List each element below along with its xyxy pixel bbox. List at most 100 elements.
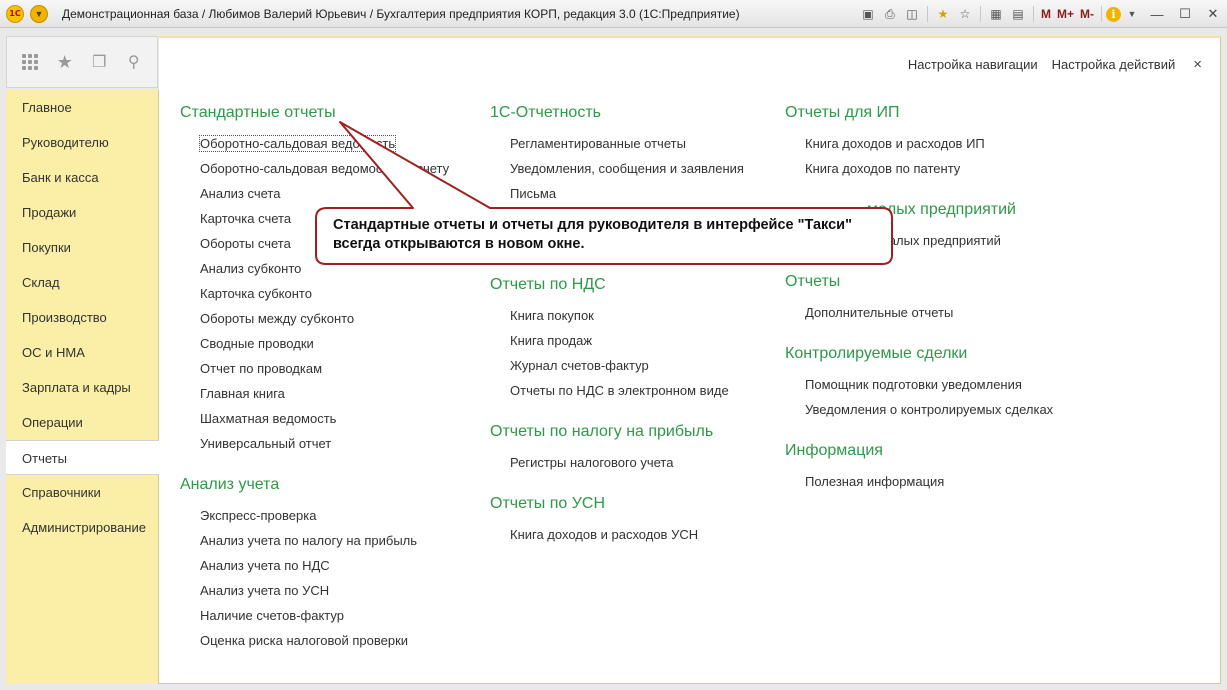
group-usn-reports: Отчеты по УСН Книга доходов и расходов У… bbox=[490, 495, 744, 547]
print-icon[interactable]: ⎙ bbox=[880, 4, 900, 24]
sidebar-item-reports[interactable]: Отчеты bbox=[6, 440, 159, 475]
reports-column-2: 1С-Отчетность Регламентированные отчеты … bbox=[490, 104, 744, 567]
reports-column-3: Отчеты для ИП Книга доходов и расходов И… bbox=[785, 104, 1053, 514]
group-information: Информация Полезная информация bbox=[785, 442, 1053, 494]
minimize-button[interactable]: — bbox=[1143, 3, 1171, 25]
sidebar-item-purchases[interactable]: Покупки bbox=[6, 230, 158, 265]
sidebar-item-assets[interactable]: ОС и НМА bbox=[6, 335, 158, 370]
report-link[interactable]: Уведомления о контролируемых сделках bbox=[785, 397, 1053, 422]
search-icon[interactable]: ⚲ bbox=[121, 49, 147, 75]
save-icon[interactable]: ▣ bbox=[858, 4, 878, 24]
report-link[interactable]: Книга доходов и расходов ИП bbox=[785, 131, 1053, 156]
group-title: Контролируемые сделки bbox=[785, 345, 968, 362]
report-link[interactable]: Оценка риска налоговой проверки bbox=[180, 628, 449, 653]
toolbar-divider bbox=[926, 6, 928, 22]
report-link[interactable]: Регистры налогового учета bbox=[490, 450, 744, 475]
callout-text: Стандартные отчеты и отчеты для руководи… bbox=[333, 217, 852, 252]
calculator-icon[interactable]: ▦ bbox=[986, 4, 1006, 24]
app-logo-icon[interactable]: 1С bbox=[6, 4, 24, 23]
report-link[interactable]: Уведомления, сообщения и заявления bbox=[490, 156, 744, 181]
functions-menu-icon[interactable] bbox=[17, 49, 43, 75]
report-link[interactable]: Экспресс-проверка bbox=[180, 503, 449, 528]
favorites-star-icon[interactable]: ★ bbox=[52, 49, 78, 75]
preview-icon[interactable]: ◫ bbox=[902, 4, 922, 24]
action-settings-link[interactable]: Настройка действий bbox=[1052, 57, 1176, 72]
report-link[interactable]: Оборотно-сальдовая ведомость по счету bbox=[180, 156, 449, 181]
group-title: Отчеты по НДС bbox=[490, 276, 606, 293]
report-link[interactable]: Дополнительные отчеты bbox=[785, 300, 1053, 325]
group-standard-reports: Стандартные отчеты Оборотно-сальдовая ве… bbox=[180, 104, 449, 456]
reports-column-1: Стандартные отчеты Оборотно-сальдовая ве… bbox=[180, 104, 449, 673]
group-accounting-analysis: Анализ учета Экспресс-проверка Анализ уч… bbox=[180, 476, 449, 653]
report-link[interactable]: Помощник подготовки уведомления bbox=[785, 372, 1053, 397]
memory-plus-button[interactable]: M+ bbox=[1057, 7, 1074, 21]
reports-panel: Настройка навигации Настройка действий ×… bbox=[159, 36, 1221, 684]
group-title: Стандартные отчеты bbox=[180, 104, 336, 121]
report-link[interactable]: Книга доходов по патенту bbox=[785, 156, 1053, 181]
report-link[interactable]: Журнал счетов-фактур bbox=[490, 353, 744, 378]
sidebar-item-main[interactable]: Главное bbox=[6, 90, 158, 125]
toolbar-divider bbox=[1032, 6, 1034, 22]
report-link[interactable]: Оборотно-сальдовая ведомость bbox=[180, 131, 449, 156]
navigation-settings-link[interactable]: Настройка навигации bbox=[908, 57, 1038, 72]
group-other-reports: Отчеты Дополнительные отчеты bbox=[785, 273, 1053, 325]
report-link[interactable]: Анализ учета по УСН bbox=[180, 578, 449, 603]
history-icon[interactable]: ❐ bbox=[86, 49, 112, 75]
sidebar-item-payroll[interactable]: Зарплата и кадры bbox=[6, 370, 158, 405]
sidebar-item-catalogs[interactable]: Справочники bbox=[6, 475, 158, 510]
sidebar-item-sales[interactable]: Продажи bbox=[6, 195, 158, 230]
group-profit-tax-reports: Отчеты по налогу на прибыль Регистры нал… bbox=[490, 423, 744, 475]
toolbar-divider bbox=[1101, 6, 1102, 22]
report-link[interactable]: Регламентированные отчеты bbox=[490, 131, 744, 156]
group-controlled-deals: Контролируемые сделки Помощник подготовк… bbox=[785, 345, 1053, 422]
calendar-icon[interactable]: ▤ bbox=[1008, 4, 1028, 24]
window-titlebar: 1С ▼ Демонстрационная база / Любимов Вал… bbox=[0, 0, 1227, 28]
sidebar-item-admin[interactable]: Администрирование bbox=[6, 510, 158, 545]
report-link[interactable]: Анализ субконто bbox=[180, 256, 449, 281]
report-link[interactable]: Главная книга bbox=[180, 381, 449, 406]
memory-button[interactable]: M bbox=[1041, 7, 1051, 21]
group-title: Информация bbox=[785, 442, 883, 459]
report-link[interactable]: Анализ счета bbox=[180, 181, 449, 206]
report-link[interactable]: Универсальный отчет bbox=[180, 431, 449, 456]
maximize-button[interactable]: ☐ bbox=[1171, 3, 1199, 25]
toolbar-divider bbox=[979, 6, 981, 22]
group-title: Отчеты для ИП bbox=[785, 104, 900, 121]
main-menu-button[interactable]: ▼ bbox=[30, 4, 48, 23]
report-link[interactable]: Анализ учета по НДС bbox=[180, 553, 449, 578]
group-title: 1С-Отчетность bbox=[490, 104, 601, 121]
favorite-icon[interactable]: ☆ bbox=[955, 4, 975, 24]
group-title: Анализ учета bbox=[180, 476, 280, 493]
sidebar-item-manager[interactable]: Руководителю bbox=[6, 125, 158, 160]
info-icon[interactable]: i bbox=[1106, 6, 1121, 22]
close-icon[interactable]: × bbox=[1193, 56, 1202, 73]
sidebar-item-production[interactable]: Производство bbox=[6, 300, 158, 335]
group-title: Отчеты bbox=[785, 273, 841, 290]
report-link[interactable]: Полезная информация bbox=[785, 469, 1053, 494]
window-close-button[interactable]: ✕ bbox=[1199, 3, 1227, 25]
report-link[interactable]: Отчеты по НДС в электронном виде bbox=[490, 378, 744, 403]
memory-minus-button[interactable]: M- bbox=[1080, 7, 1094, 21]
quick-tools: ★ ❐ ⚲ bbox=[6, 36, 158, 88]
report-link[interactable]: Наличие счетов-фактур bbox=[180, 603, 449, 628]
report-link[interactable]: Шахматная ведомость bbox=[180, 406, 449, 431]
sections-panel: Главное Руководителю Банк и касса Продаж… bbox=[6, 90, 159, 684]
sidebar-item-bank[interactable]: Банк и касса bbox=[6, 160, 158, 195]
report-link[interactable]: Карточка субконто bbox=[180, 281, 449, 306]
group-title: Отчеты по налогу на прибыль bbox=[490, 423, 714, 440]
report-link[interactable]: Обороты между субконто bbox=[180, 306, 449, 331]
window-title: Демонстрационная база / Любимов Валерий … bbox=[62, 6, 740, 21]
chevron-down-icon[interactable]: ▼ bbox=[1122, 4, 1142, 24]
report-link[interactable]: Книга доходов и расходов УСН bbox=[490, 522, 744, 547]
group-vat-reports: Отчеты по НДС Книга покупок Книга продаж… bbox=[490, 276, 744, 403]
favorite-add-icon[interactable]: ★ bbox=[933, 4, 953, 24]
report-link[interactable]: Отчет по проводкам bbox=[180, 356, 449, 381]
report-link[interactable]: Письма bbox=[490, 181, 744, 206]
report-link[interactable]: Сводные проводки bbox=[180, 331, 449, 356]
group-title: Отчеты по УСН bbox=[490, 495, 606, 512]
sidebar-item-warehouse[interactable]: Склад bbox=[6, 265, 158, 300]
report-link[interactable]: Книга покупок bbox=[490, 303, 744, 328]
report-link[interactable]: Анализ учета по налогу на прибыль bbox=[180, 528, 449, 553]
report-link[interactable]: Книга продаж bbox=[490, 328, 744, 353]
sidebar-item-operations[interactable]: Операции bbox=[6, 405, 158, 440]
